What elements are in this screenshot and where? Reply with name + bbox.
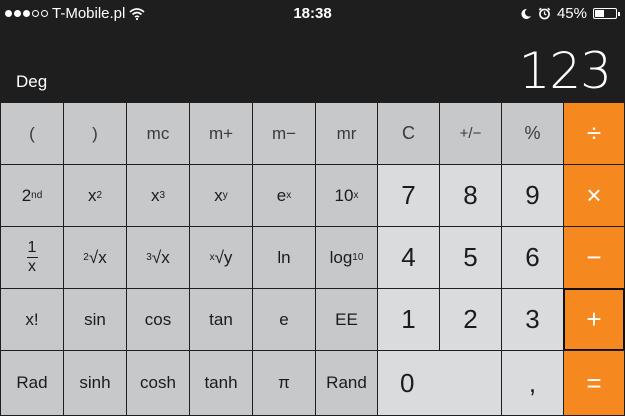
- status-bar: T-Mobile.pl 18:38 45%: [0, 0, 625, 28]
- plus-minus-key[interactable]: +/−: [439, 102, 502, 165]
- keypad: ( ) mc m+ m− mr C +/− % ÷ 2nd x2 x3 xy e…: [0, 102, 625, 416]
- digit-3-key[interactable]: 3: [501, 288, 564, 351]
- second-function-key[interactable]: 2nd: [0, 164, 64, 227]
- memory-subtract-key[interactable]: m−: [252, 102, 316, 165]
- exponent-key[interactable]: EE: [315, 288, 378, 351]
- digit-5-key[interactable]: 5: [439, 226, 502, 289]
- digit-0-key[interactable]: 0: [377, 350, 502, 416]
- plus-key[interactable]: +: [563, 288, 625, 351]
- sin-key[interactable]: sin: [63, 288, 127, 351]
- percent-key[interactable]: %: [501, 102, 564, 165]
- factorial-key[interactable]: x!: [0, 288, 64, 351]
- e-power-x-key[interactable]: ex: [252, 164, 316, 227]
- rad-deg-toggle-key[interactable]: Rad: [0, 350, 64, 416]
- ten-power-x-key[interactable]: 10 x: [315, 164, 378, 227]
- digit-6-key[interactable]: 6: [501, 226, 564, 289]
- open-paren-key[interactable]: (: [0, 102, 64, 165]
- battery-icon: [593, 8, 620, 19]
- alarm-icon: [538, 7, 551, 20]
- moon-icon: [521, 8, 531, 19]
- x-squared-key[interactable]: x2: [63, 164, 127, 227]
- euler-key[interactable]: e: [252, 288, 316, 351]
- digit-8-key[interactable]: 8: [439, 164, 502, 227]
- digit-1-key[interactable]: 1: [377, 288, 440, 351]
- status-right: 45%: [520, 5, 620, 22]
- nth-root-key[interactable]: x √ y: [189, 226, 253, 289]
- clear-key[interactable]: C: [377, 102, 440, 165]
- digit-4-key[interactable]: 4: [377, 226, 440, 289]
- decimal-key[interactable]: ,: [501, 350, 564, 416]
- memory-clear-key[interactable]: mc: [126, 102, 190, 165]
- multiply-key[interactable]: ×: [563, 164, 625, 227]
- x-power-y-key[interactable]: xy: [189, 164, 253, 227]
- tanh-key[interactable]: tanh: [189, 350, 253, 416]
- display-value: 123: [518, 42, 612, 100]
- divide-key[interactable]: ÷: [563, 102, 625, 165]
- pi-key[interactable]: π: [252, 350, 316, 416]
- digit-2-key[interactable]: 2: [439, 288, 502, 351]
- close-paren-key[interactable]: ): [63, 102, 127, 165]
- angle-mode-label: Deg: [16, 72, 48, 91]
- digit-7-key[interactable]: 7: [377, 164, 440, 227]
- natural-log-key[interactable]: ln: [252, 226, 316, 289]
- random-key[interactable]: Rand: [315, 350, 378, 416]
- cos-key[interactable]: cos: [126, 288, 190, 351]
- digit-9-key[interactable]: 9: [501, 164, 564, 227]
- reciprocal-key[interactable]: 1 x: [0, 226, 64, 289]
- tan-key[interactable]: tan: [189, 288, 253, 351]
- battery-percentage: 45%: [556, 5, 587, 22]
- sinh-key[interactable]: sinh: [63, 350, 127, 416]
- equals-key[interactable]: =: [563, 350, 625, 416]
- memory-recall-key[interactable]: mr: [315, 102, 378, 165]
- minus-key[interactable]: −: [563, 226, 625, 289]
- cosh-key[interactable]: cosh: [126, 350, 190, 416]
- memory-add-key[interactable]: m+: [189, 102, 253, 165]
- battery-fill: [595, 10, 604, 17]
- cube-root-key[interactable]: 3 √ x: [126, 226, 190, 289]
- log10-key[interactable]: log 10: [315, 226, 378, 289]
- square-root-key[interactable]: 2 √ x: [63, 226, 127, 289]
- calculator-display: Deg 123: [0, 28, 625, 102]
- x-cubed-key[interactable]: x3: [126, 164, 190, 227]
